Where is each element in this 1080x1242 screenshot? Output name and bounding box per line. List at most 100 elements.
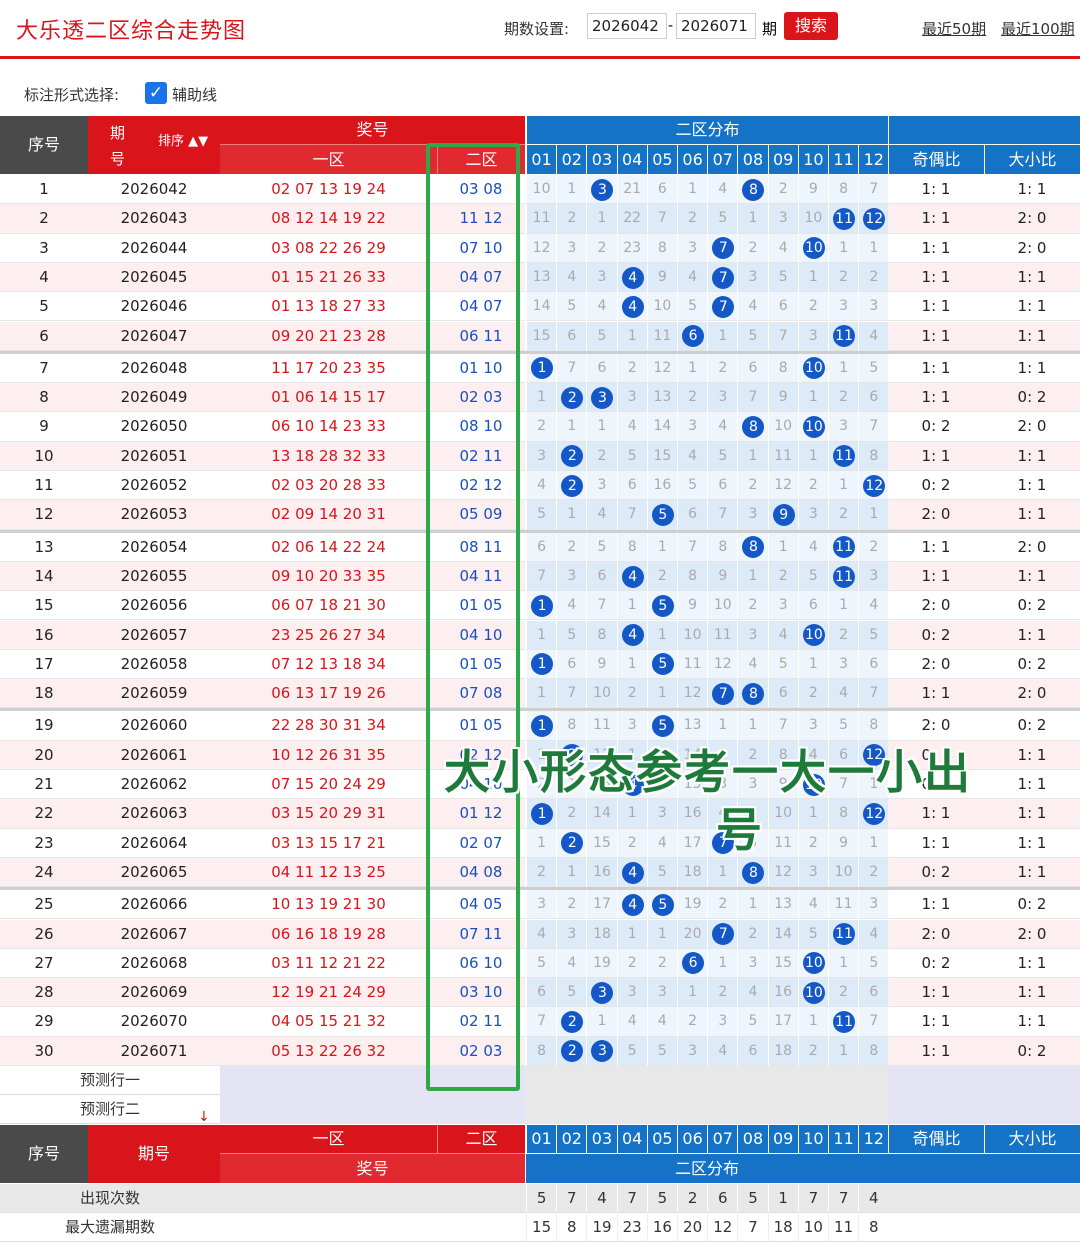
predict-row-2-dist[interactable] <box>526 1095 888 1124</box>
period-start-input[interactable]: 2026042 <box>587 13 667 39</box>
distribution-miss: 2 <box>828 262 859 293</box>
distribution-hit: 1 <box>526 799 557 829</box>
distribution-miss: 10 <box>526 175 557 205</box>
distribution-miss: 1 <box>677 175 708 205</box>
distribution-miss: 1 <box>707 857 738 888</box>
number-header-02: 02 <box>556 144 587 174</box>
row-seq: 23 <box>0 828 88 858</box>
distribution-miss: 3 <box>526 441 557 471</box>
predict-row-1-ratio[interactable] <box>888 1066 1080 1095</box>
aux-line-checkbox[interactable]: ✓ <box>145 82 167 104</box>
distribution-miss: 3 <box>797 500 828 530</box>
arrow-down-icon: ↓ <box>198 1109 210 1125</box>
row-seq: 14 <box>0 561 88 592</box>
distribution-miss: 18 <box>677 857 708 888</box>
max-miss-value: 8 <box>858 1213 889 1242</box>
max-miss-label: 最大遗漏期数 <box>0 1213 220 1242</box>
row-period: 2026044 <box>88 233 220 263</box>
column-header-distribution: 二区分布 <box>526 116 888 144</box>
distribution-miss: 8 <box>526 1036 557 1066</box>
distribution-miss: 1 <box>828 353 859 384</box>
distribution-miss: 12 <box>526 233 557 263</box>
footer-number-header-03: 03 <box>586 1125 617 1153</box>
max-miss-value: 7 <box>737 1213 768 1242</box>
row-zone1-numbers: 12 19 21 24 29 <box>220 978 437 1008</box>
row-period: 2026055 <box>88 561 220 592</box>
distribution-miss: 1 <box>858 233 889 263</box>
period-end-input[interactable]: 2026071 <box>676 13 756 39</box>
distribution-miss: 2 <box>556 532 587 562</box>
row-big-small: 0: 2 <box>984 711 1080 741</box>
distribution-miss: 2 <box>707 890 738 920</box>
row-big-small: 1: 1 <box>984 175 1080 205</box>
distribution-miss: 8 <box>858 441 889 471</box>
distribution-hit: 12 <box>858 799 889 829</box>
predict-row-2-ratio[interactable] <box>888 1095 1080 1124</box>
predict-row-2-zone[interactable] <box>220 1095 526 1124</box>
highlight-box <box>426 143 520 1091</box>
distribution-miss: 2 <box>526 857 557 888</box>
distribution-hit: 2 <box>556 441 587 471</box>
distribution-miss: 7 <box>556 679 587 709</box>
max-miss-value: 15 <box>526 1213 557 1242</box>
distribution-miss: 3 <box>677 1036 708 1066</box>
distribution-miss: 1 <box>616 591 647 621</box>
hit-ball: 7 <box>712 682 735 705</box>
row-odd-even: 1: 1 <box>888 561 984 592</box>
distribution-miss: 3 <box>737 500 768 530</box>
column-header-period[interactable]: 期号 排序 ▲▼ <box>88 116 220 174</box>
predict-row-1-dist[interactable] <box>526 1066 888 1095</box>
row-big-small: 2: 0 <box>984 919 1080 949</box>
footer-number-header-09: 09 <box>767 1125 798 1153</box>
distribution-miss: 1 <box>526 679 557 709</box>
number-header-07: 07 <box>707 144 738 174</box>
distribution-miss: 18 <box>586 919 617 949</box>
search-button[interactable]: 搜索 <box>784 12 838 40</box>
row-odd-even: 1: 1 <box>888 978 984 1008</box>
number-header-05: 05 <box>646 144 677 174</box>
hit-ball: 2 <box>561 386 584 409</box>
distribution-miss: 2 <box>858 857 889 888</box>
distribution-miss: 7 <box>858 175 889 205</box>
row-odd-even: 1: 1 <box>888 679 984 709</box>
distribution-miss: 5 <box>767 262 798 293</box>
row-zone1-numbers: 04 11 12 13 25 <box>220 857 437 888</box>
footer-header-distribution: 二区分布 <box>526 1153 888 1183</box>
recent-50-link[interactable]: 最近50期 <box>922 18 986 39</box>
distribution-hit: 2 <box>556 471 587 501</box>
appear-count-label: 出现次数 <box>0 1184 220 1213</box>
distribution-miss: 9 <box>767 383 798 413</box>
distribution-hit: 2 <box>556 1036 587 1066</box>
appear-count-blank <box>220 1184 526 1213</box>
hit-ball: 3 <box>591 386 614 409</box>
distribution-miss: 3 <box>677 412 708 442</box>
sort-icon[interactable]: 排序 ▲▼ <box>158 130 208 149</box>
row-big-small: 1: 1 <box>984 857 1080 888</box>
distribution-miss: 5 <box>767 649 798 680</box>
distribution-miss: 9 <box>586 649 617 680</box>
hit-ball: 11 <box>833 325 856 348</box>
distribution-miss: 4 <box>526 919 557 949</box>
distribution-miss: 5 <box>616 441 647 471</box>
row-period: 2026071 <box>88 1036 220 1066</box>
distribution-miss: 1 <box>526 620 557 650</box>
appear-count-value: 5 <box>526 1184 557 1213</box>
distribution-miss: 3 <box>556 233 587 263</box>
row-odd-even: 1: 1 <box>888 353 984 384</box>
distribution-hit: 11 <box>828 204 859 234</box>
distribution-miss: 5 <box>646 857 677 888</box>
row-period: 2026060 <box>88 711 220 741</box>
distribution-miss: 2 <box>586 233 617 263</box>
recent-100-link[interactable]: 最近100期 <box>1001 18 1075 39</box>
hit-ball: 10 <box>802 624 825 647</box>
distribution-miss: 4 <box>767 620 798 650</box>
footer-header-zone2: 二区 <box>437 1125 525 1153</box>
footer-number-header-05: 05 <box>646 1125 677 1153</box>
distribution-hit: 8 <box>737 412 768 442</box>
predict-row-2-label: 预测行二 <box>0 1095 220 1124</box>
distribution-miss: 3 <box>586 471 617 501</box>
distribution-hit: 4 <box>616 292 647 322</box>
distribution-miss: 2 <box>616 828 647 858</box>
distribution-miss: 11 <box>767 828 798 858</box>
distribution-miss: 2 <box>616 948 647 979</box>
